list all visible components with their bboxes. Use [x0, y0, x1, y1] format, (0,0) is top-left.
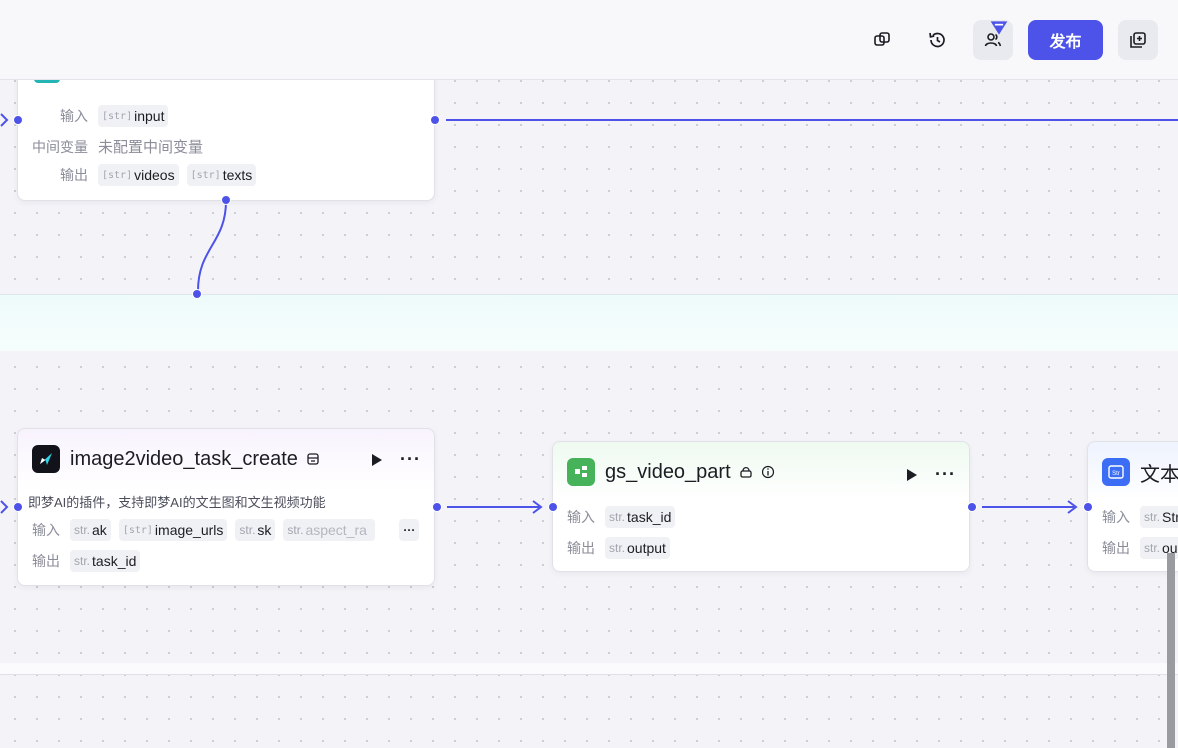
output-label: 输出 [567, 540, 595, 556]
more-icon[interactable]: ··· [400, 449, 421, 470]
lock-icon [740, 466, 752, 478]
port-right[interactable] [967, 502, 977, 512]
text-process-node[interactable]: Str 文本 输入 str.Str 输出 str.ou [1087, 441, 1178, 572]
output-tag: str. task_id [70, 550, 141, 572]
input-label: 输入 [1102, 509, 1130, 525]
node-title: image2video_task_create [70, 447, 298, 470]
node-description: 即梦AI的插件，支持即梦AI的文生图和文生视频功能 [28, 495, 326, 510]
collaborators-button[interactable] [973, 20, 1013, 60]
premium-badge-icon [990, 21, 1008, 35]
add-window-button[interactable] [1118, 20, 1158, 60]
play-icon[interactable] [905, 467, 919, 483]
edge-image2video-to-gs [447, 500, 543, 514]
more-icon[interactable]: ··· [935, 464, 956, 485]
history-button[interactable] [917, 20, 957, 60]
toolbar: 发布 [0, 0, 1178, 80]
port-left[interactable] [13, 115, 23, 125]
jimeng-logo-icon [32, 445, 60, 473]
info-icon[interactable] [761, 465, 775, 479]
input-label: 输入 [32, 522, 60, 538]
edge-gs-to-text [982, 500, 1078, 514]
output-label: 输出 [1102, 540, 1130, 556]
input-label: 输入 [60, 108, 88, 124]
store-icon [307, 453, 319, 465]
input-tag: [str] input [98, 105, 169, 127]
node-title: gs_video_part [605, 460, 731, 483]
input-tag: str.Str [1140, 506, 1178, 528]
port-right[interactable] [430, 115, 440, 125]
edge-top-node-right [446, 119, 1178, 121]
more-inputs-button[interactable]: ··· [399, 519, 420, 541]
port-left[interactable] [548, 502, 558, 512]
input-tag: str. task_id [605, 506, 676, 528]
loop-container-header [0, 294, 1178, 351]
input-tag: str. ak [70, 519, 111, 541]
add-window-icon [1130, 32, 1146, 48]
input-tag: str. aspect_ra [283, 519, 376, 541]
vertical-scrollbar[interactable] [1167, 553, 1175, 748]
svg-text:Str: Str [1112, 471, 1120, 477]
output-tag: [str] texts [186, 164, 257, 186]
node-title: 文本 [1140, 463, 1178, 486]
port-left[interactable] [1083, 502, 1093, 512]
loop-container-footer [0, 663, 1178, 675]
output-tag: str. output [605, 537, 670, 559]
port-right[interactable] [432, 502, 442, 512]
output-label: 输出 [60, 167, 88, 183]
gs-video-part-node[interactable]: gs_video_part ··· 输入 str. task_id 输出 str.… [552, 441, 970, 572]
port-bottom[interactable] [221, 195, 231, 205]
input-label: 输入 [567, 509, 595, 525]
arrow-in-icon [0, 500, 9, 514]
variable-label: 中间变量 [32, 138, 88, 155]
history-icon [929, 32, 945, 48]
arrow-in-icon [0, 113, 9, 127]
workflow-icon [567, 458, 595, 486]
input-tag: [str] image_urls [118, 519, 228, 541]
copy-icon [874, 32, 890, 46]
input-tag: str. sk [235, 519, 276, 541]
edge-top-to-loop [197, 200, 227, 292]
output-label: 输出 [32, 553, 60, 569]
play-icon[interactable] [370, 452, 384, 468]
port-loop-body[interactable] [192, 289, 202, 299]
publish-button[interactable]: 发布 [1028, 20, 1103, 60]
text-icon: Str [1102, 458, 1130, 486]
copy-button[interactable] [862, 20, 902, 60]
image2video-node[interactable]: image2video_task_create ··· 即梦AI的插件，支持即梦… [17, 428, 435, 586]
port-left[interactable] [13, 502, 23, 512]
variable-value: 未配置中间变量 [98, 139, 204, 156]
output-tag: [str] videos [98, 164, 179, 186]
